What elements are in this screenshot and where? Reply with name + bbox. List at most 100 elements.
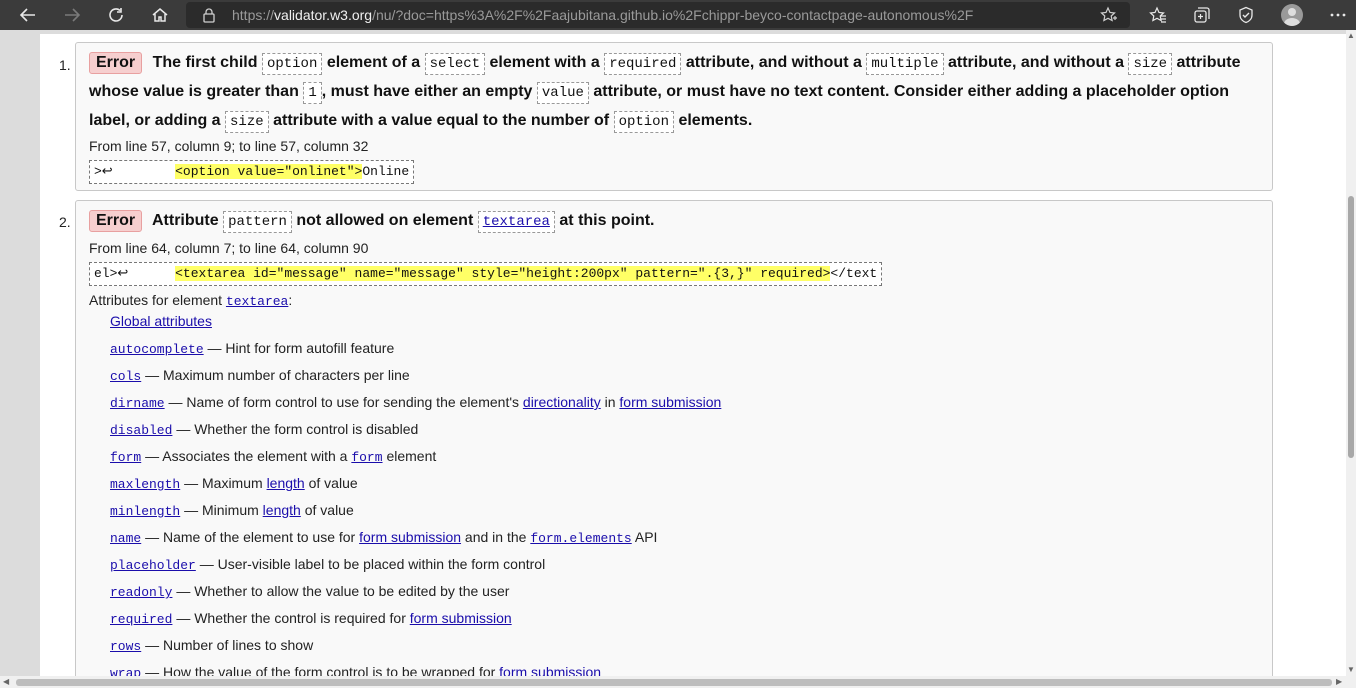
form-elements-link[interactable]: form.elements (530, 531, 631, 546)
attr-readonly-link[interactable]: readonly (110, 585, 172, 600)
scroll-up-icon[interactable]: ▲ (1347, 32, 1355, 40)
code-token: multiple (866, 53, 944, 75)
home-icon[interactable] (138, 0, 182, 30)
attr-wrap-link[interactable]: wrap (110, 666, 141, 676)
scroll-down-icon[interactable]: ▼ (1347, 666, 1355, 674)
extract-suffix: Online (362, 164, 410, 179)
list-item: minlength — Minimum length of value (110, 497, 721, 524)
attr-disabled-link[interactable]: disabled (110, 423, 172, 438)
attr-autocomplete-link[interactable]: autocomplete (110, 342, 204, 357)
attr-desc: — Name of form control to use for sendin… (168, 394, 520, 410)
code-token: option (613, 111, 674, 133)
list-item: form — Associates the element with a for… (110, 443, 721, 470)
attr-maxlength-link[interactable]: maxlength (110, 477, 180, 492)
extract-prefix: >↩ (94, 164, 176, 179)
scroll-right-icon[interactable]: ▶ (1336, 678, 1342, 686)
form-submission-link[interactable]: form submission (619, 394, 721, 410)
code-extract: >↩ <option value="onlinet">Online (89, 160, 415, 184)
vertical-scroll-thumb[interactable] (1348, 196, 1354, 458)
attributes-title-colon: : (288, 292, 293, 308)
form-submission-link[interactable]: form submission (410, 610, 512, 626)
textarea-link[interactable]: textarea (477, 211, 555, 233)
code-token: required (604, 53, 682, 75)
url-scheme: https:// (232, 7, 275, 23)
form-element-link[interactable]: form (351, 450, 382, 465)
attr-desc: and in the (464, 529, 527, 545)
attributes-heading: Attributes for element textarea: (89, 292, 292, 309)
attr-desc: — Whether the form control is disabled (176, 421, 419, 437)
url-path: /nu/?doc=https%3A%2F%2Faajubitana.github… (372, 7, 974, 23)
vertical-scrollbar[interactable]: ▲ ▼ (1346, 30, 1356, 676)
code-extract: el>↩ <textarea id="message" name="messag… (89, 262, 883, 286)
attr-desc: — Maximum (184, 475, 263, 491)
code-token: option (261, 53, 323, 75)
msg-text: attribute, and without a (948, 54, 1124, 71)
attr-desc: — Minimum (184, 502, 259, 518)
lock-icon[interactable] (202, 7, 216, 28)
collections-icon[interactable] (1182, 0, 1222, 30)
code-token: size (225, 111, 269, 133)
address-bar[interactable]: https://validator.w3.org/nu/?doc=https%3… (186, 2, 1130, 28)
browser-essentials-icon[interactable] (1226, 0, 1266, 30)
attr-placeholder-link[interactable]: placeholder (110, 558, 196, 573)
attr-form-link[interactable]: form (110, 450, 141, 465)
msg-text: The first child (152, 54, 258, 71)
extract-prefix: el>↩ (94, 266, 176, 281)
attr-desc: of value (308, 475, 358, 491)
directionality-link[interactable]: directionality (523, 394, 601, 410)
msg-text: attribute with a value equal to the numb… (273, 112, 610, 129)
more-icon[interactable] (1318, 0, 1356, 30)
attr-required-link[interactable]: required (110, 612, 172, 627)
form-submission-link[interactable]: form submission (359, 529, 461, 545)
scroll-left-icon[interactable]: ◀ (3, 678, 9, 686)
forward-icon[interactable] (50, 0, 94, 30)
attr-minlength-link[interactable]: minlength (110, 504, 180, 519)
attr-name-link[interactable]: name (110, 531, 141, 546)
msg-text: , must have either an empty (321, 83, 533, 100)
attr-desc: — User-visible label to be placed within… (199, 556, 546, 572)
msg-text: attribute, and without a (685, 54, 862, 71)
form-submission-link[interactable]: form submission (499, 664, 601, 676)
error-badge: Error (89, 210, 143, 232)
attr-dirname-link[interactable]: dirname (110, 396, 165, 411)
attr-desc: — Hint for form autofill feature (207, 340, 395, 356)
msg-text: not allowed on element (296, 212, 474, 229)
length-link[interactable]: length (267, 475, 305, 491)
attr-desc: — Associates the element with a (145, 448, 348, 464)
extract-highlight: <option value="onlinet"> (175, 164, 363, 179)
list-item: name — Name of the element to use for fo… (110, 524, 721, 551)
attr-desc: — Whether the control is required for (176, 610, 406, 626)
attr-desc: — Number of lines to show (145, 637, 314, 653)
back-icon[interactable] (6, 0, 50, 30)
url-text[interactable]: https://validator.w3.org/nu/?doc=https%3… (232, 7, 973, 23)
msg-text: element with a (489, 54, 600, 71)
error-location: From line 64, column 7; to line 64, colu… (89, 240, 369, 256)
error-card: Error The first child option element of … (75, 42, 1273, 191)
favorites-icon[interactable] (1138, 0, 1178, 30)
attr-desc: element (386, 448, 437, 464)
code-token: size (1128, 53, 1173, 75)
attr-cols-link[interactable]: cols (110, 369, 141, 384)
list-item: rows — Number of lines to show (110, 632, 721, 659)
add-favorite-icon[interactable] (1100, 6, 1118, 29)
textarea-link[interactable]: textarea (226, 294, 288, 309)
extract-suffix: </text (830, 266, 878, 281)
msg-text: elements. (678, 112, 753, 129)
refresh-icon[interactable] (94, 0, 138, 30)
attr-desc: — Maximum number of characters per line (145, 367, 410, 383)
browser-toolbar: https://validator.w3.org/nu/?doc=https%3… (0, 0, 1356, 30)
msg-text: Attribute (151, 212, 219, 229)
error-location: From line 57, column 9; to line 57, colu… (89, 138, 369, 154)
list-item: disabled — Whether the form control is d… (110, 416, 721, 443)
url-host: validator.w3.org (274, 7, 373, 23)
global-attributes-link[interactable]: Global attributes (110, 313, 212, 329)
horizontal-scrollbar[interactable]: ◀ ▶ (0, 676, 1356, 688)
length-link[interactable]: length (263, 502, 301, 518)
code-token: 1 (303, 82, 322, 104)
avatar (1281, 4, 1303, 26)
profile-avatar[interactable] (1272, 0, 1312, 30)
attr-rows-link[interactable]: rows (110, 639, 141, 654)
attr-desc: of value (304, 502, 354, 518)
attr-desc: — Whether to allow the value to be edite… (176, 583, 510, 599)
horizontal-scroll-thumb[interactable] (16, 679, 1332, 686)
